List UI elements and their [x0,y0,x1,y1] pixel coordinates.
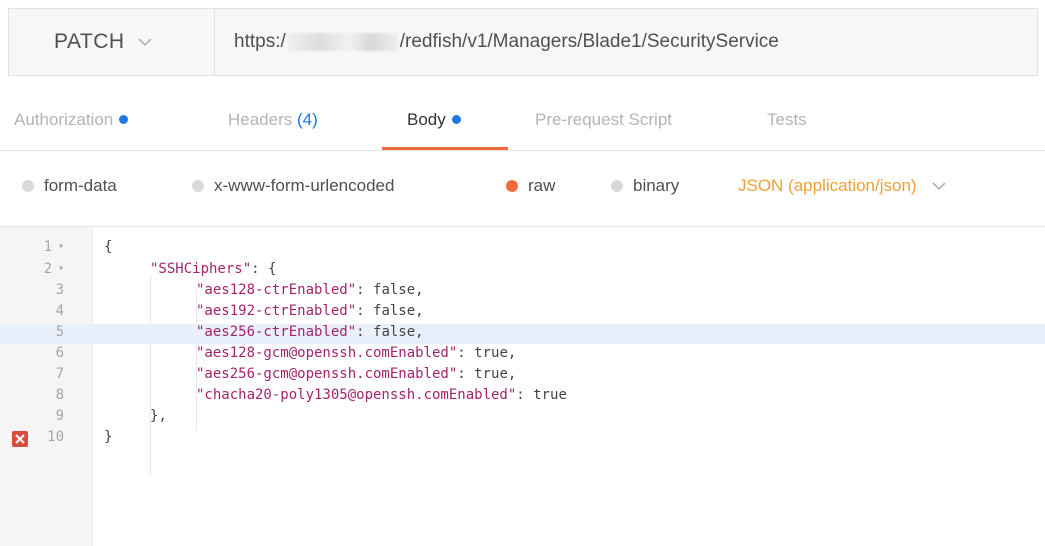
code-line: 3 "aes128-ctrEnabled": false, [0,282,1045,302]
radio-label: raw [528,176,556,195]
line-number: 6 [55,345,64,361]
line-number: 3 [55,282,64,298]
radio-icon [22,180,34,192]
tab-body[interactable]: Body [407,110,461,150]
url-input[interactable]: https:/ /redfish/v1/Managers/Blade1/Secu… [234,9,779,75]
method-select[interactable]: PATCH [9,9,215,75]
code-text: "aes128-gcm@openssh.comEnabled": true, [196,345,516,361]
code-text: "SSHCiphers": { [150,261,276,277]
content-type-select[interactable]: JSON (application/json) [738,176,947,196]
body-mode-options: form-data x-www-form-urlencoded raw bina… [0,166,1045,214]
code-text: "aes256-ctrEnabled": false, [196,324,424,340]
method-label: PATCH [54,30,125,53]
json-key: "aes256-ctrEnabled" [196,324,357,340]
redacted-host [287,33,398,51]
json-key: "aes128-ctrEnabled" [196,282,357,298]
code-line: 5 "aes256-ctrEnabled": false, [0,324,1045,344]
radio-icon [192,180,204,192]
json-value: : true, [457,345,517,361]
radio-x-www-form-urlencoded[interactable]: x-www-form-urlencoded [192,176,394,196]
radio-label: binary [633,176,680,195]
line-number: 2 [43,261,52,277]
request-tabs: Authorization Headers (4) Body Pre-reque… [0,98,1045,151]
code-line: 2 ▾ "SSHCiphers": { [0,261,1045,281]
url-path: /redfish/v1/Managers/Blade1/SecurityServ… [399,31,779,52]
code-line: 1 ▾ { [0,239,1045,259]
code-line: 6 "aes128-gcm@openssh.comEnabled": true, [0,345,1045,365]
code-text: } [104,429,113,445]
indicator-dot-icon [119,115,129,125]
json-value: : true, [457,366,517,382]
radio-icon [611,180,623,192]
url-prefix: https:/ [234,31,286,52]
fold-arrow-icon[interactable]: ▾ [58,263,64,274]
json-key: "aes128-gcm@openssh.comEnabled" [196,345,458,361]
radio-label: form-data [44,176,117,195]
tab-label: Authorization [14,110,114,129]
line-number: 10 [47,429,64,445]
code-text: "aes256-gcm@openssh.comEnabled": true, [196,366,516,382]
code-line: 10} [0,429,1045,449]
json-value: : false, [356,282,424,298]
tab-label: Body [407,110,446,129]
line-number: 9 [55,408,64,424]
tab-label: Headers [228,110,293,129]
active-tab-underline [382,147,508,150]
json-value: : true [516,387,567,403]
code-text: { [104,239,113,255]
code-text: "aes192-ctrEnabled": false, [196,303,424,319]
code-text: "aes128-ctrEnabled": false, [196,282,424,298]
json-key: "chacha20-poly1305@openssh.comEnabled" [196,387,517,403]
json-value: : false, [356,324,424,340]
code-line: 8 "chacha20-poly1305@openssh.comEnabled":… [0,387,1045,407]
radio-binary[interactable]: binary [611,176,679,196]
radio-selected-icon [506,180,518,192]
line-number: 8 [55,387,64,403]
fold-arrow-icon[interactable]: ▾ [58,241,64,252]
json-value: : false, [356,303,424,319]
code-text: }, [150,408,167,424]
code-line: 7 "aes256-gcm@openssh.comEnabled": true, [0,366,1045,386]
line-number: 7 [55,366,64,382]
content-type-label: JSON (application/json) [738,176,917,195]
chevron-down-icon [931,178,947,194]
json-key: "aes192-ctrEnabled" [196,303,357,319]
tab-pre-request-script[interactable]: Pre-request Script [535,110,672,150]
tab-authorization[interactable]: Authorization [14,110,129,150]
code-line: 4 "aes192-ctrEnabled": false, [0,303,1045,323]
radio-raw[interactable]: raw [506,176,555,196]
json-key: "aes256-gcm@openssh.comEnabled" [196,366,458,382]
indicator-dot-icon [451,115,461,125]
json-value: : { [251,261,277,277]
code-editor[interactable]: 1 ▾ {2 ▾ "SSHCiphers": { 3 "aes128-ctrEnabled"… [0,226,1045,546]
json-key: "SSHCiphers" [150,261,252,277]
tab-label: Tests [767,110,807,129]
tab-label: Pre-request Script [535,110,672,129]
tab-tests[interactable]: Tests [767,110,807,150]
headers-count: (4) [297,110,318,129]
chevron-down-icon [137,34,153,50]
code-text: "chacha20-poly1305@openssh.comEnabled": … [196,387,567,403]
line-number: 1 [43,239,52,255]
code-line: 9}, [0,408,1045,428]
radio-label: x-www-form-urlencoded [214,176,395,195]
tab-headers[interactable]: Headers (4) [228,110,318,150]
request-bar: PATCH https:/ /redfish/v1/Managers/Blade… [8,8,1038,76]
line-number: 4 [55,303,64,319]
line-number: 5 [55,324,64,340]
radio-form-data[interactable]: form-data [22,176,117,196]
